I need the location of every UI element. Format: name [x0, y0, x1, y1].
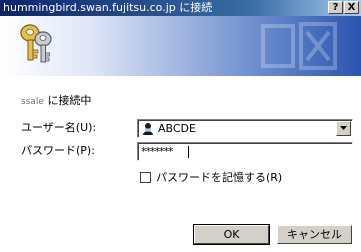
dialog-banner — [0, 16, 361, 76]
username-dropdown-button[interactable] — [336, 121, 351, 136]
password-label: パスワード(P): — [21, 144, 95, 157]
cancel-button[interactable]: キャンセル — [277, 225, 352, 244]
help-button[interactable]: ? — [328, 1, 343, 14]
password-value: ******* — [141, 145, 173, 158]
ok-button[interactable]: OK — [193, 224, 270, 245]
close-button[interactable]: X — [344, 1, 359, 14]
connecting-suffix: に接続中 — [47, 94, 92, 107]
username-value: ABCDE — [158, 122, 196, 135]
chevron-down-icon — [340, 126, 347, 130]
banner-decoration-icon — [261, 22, 337, 70]
remember-password-label[interactable]: パスワードを記憶する(R) — [156, 171, 282, 185]
title-bar[interactable]: hummingbird.swan.fujitsu.co.jp に接続 ? X — [0, 0, 361, 16]
user-icon — [143, 123, 153, 135]
username-combobox[interactable]: ABCDE — [137, 119, 353, 138]
window-title: hummingbird.swan.fujitsu.co.jp に接続 — [3, 1, 213, 14]
username-label: ユーザー名(U): — [21, 121, 97, 134]
login-dialog: hummingbird.swan.fujitsu.co.jp に接続 ? X s… — [0, 0, 361, 252]
remember-password-checkbox[interactable] — [140, 172, 151, 183]
connecting-host: ssale — [21, 97, 44, 107]
keys-icon — [20, 24, 52, 63]
connecting-status: ssale に接続中 — [21, 94, 91, 109]
text-caret — [188, 146, 189, 158]
password-input[interactable]: ******* — [137, 142, 353, 161]
